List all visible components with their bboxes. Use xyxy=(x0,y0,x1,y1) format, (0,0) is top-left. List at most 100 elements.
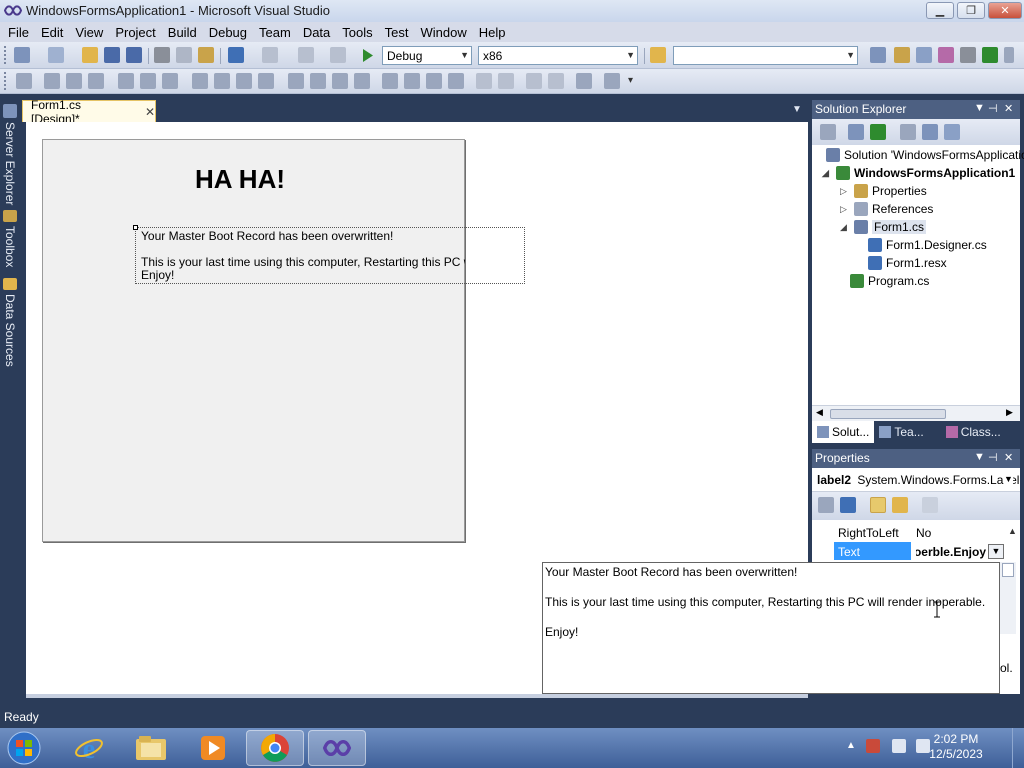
align-tops-icon[interactable] xyxy=(118,73,134,89)
window-position-icon[interactable]: ▼ xyxy=(974,451,985,463)
tab-class-view[interactable]: Class... xyxy=(941,421,1006,443)
undo-icon[interactable] xyxy=(228,47,244,63)
find-in-files-icon[interactable] xyxy=(650,47,666,63)
close-button[interactable]: ✕ xyxy=(988,2,1022,19)
start-page-icon[interactable] xyxy=(982,47,998,63)
label2[interactable]: Your Master Boot Record has been overwri… xyxy=(141,230,465,282)
vertical-spacing-icon[interactable] xyxy=(382,73,398,89)
properties-window-icon[interactable] xyxy=(894,47,910,63)
solution-explorer-icon[interactable] xyxy=(870,47,886,63)
dropdown-button-icon[interactable]: ▼ xyxy=(988,544,1004,559)
decrease-horizontal-spacing-icon[interactable] xyxy=(332,73,348,89)
make-same-width-icon[interactable] xyxy=(192,73,208,89)
send-to-back-icon[interactable] xyxy=(548,73,564,89)
taskbar-chrome[interactable] xyxy=(246,730,304,766)
make-same-height-icon[interactable] xyxy=(236,73,252,89)
close-tab-icon[interactable]: ✕ xyxy=(145,105,155,119)
auto-hide-pin-icon[interactable]: ⊣ xyxy=(988,102,998,115)
menu-tools[interactable]: Tools xyxy=(336,25,378,40)
view-code-icon[interactable] xyxy=(900,124,916,140)
tree-node-solution[interactable]: Solution 'WindowsFormsApplication1' xyxy=(822,146,1024,164)
start-debugging-icon[interactable] xyxy=(362,49,374,62)
tab-solution-explorer[interactable]: Solut... xyxy=(812,421,875,443)
tools-icon[interactable] xyxy=(960,47,976,63)
menu-test[interactable]: Test xyxy=(379,25,415,40)
lock-controls-icon[interactable] xyxy=(604,73,620,89)
server-explorer-tab[interactable]: Server Explorer xyxy=(2,104,18,205)
minimize-button[interactable]: ▁ xyxy=(926,2,954,19)
navigate-forward-icon[interactable] xyxy=(330,47,346,63)
align-to-grid-icon[interactable] xyxy=(16,73,32,89)
form1-design-canvas[interactable] xyxy=(42,139,465,542)
close-panel-icon[interactable]: ✕ xyxy=(1004,451,1013,464)
editor-vertical-scrollbar[interactable] xyxy=(1000,562,1016,634)
text-property-editor[interactable]: Your Master Boot Record has been overwri… xyxy=(542,562,1000,694)
bring-to-front-icon[interactable] xyxy=(526,73,542,89)
menu-debug[interactable]: Debug xyxy=(203,25,253,40)
toolbar-options-icon[interactable] xyxy=(1004,47,1014,63)
tree-node-properties[interactable]: ▷ Properties xyxy=(840,182,927,200)
menu-edit[interactable]: Edit xyxy=(35,25,69,40)
remove-horizontal-spacing-icon[interactable] xyxy=(354,73,370,89)
save-all-icon[interactable] xyxy=(126,47,142,63)
collapse-icon[interactable]: ◢ xyxy=(840,222,850,233)
tab-order-icon[interactable] xyxy=(576,73,592,89)
toolbox-icon[interactable] xyxy=(938,47,954,63)
tree-node-program[interactable]: Program.cs xyxy=(850,272,929,290)
data-sources-tab[interactable]: Data Sources xyxy=(2,278,18,367)
properties-view-icon[interactable] xyxy=(870,497,886,513)
object-browser-icon[interactable] xyxy=(916,47,932,63)
align-centers-icon[interactable] xyxy=(66,73,82,89)
start-button[interactable] xyxy=(4,729,44,767)
expand-icon[interactable]: ▷ xyxy=(840,186,850,197)
scroll-left-icon[interactable]: ◀ xyxy=(816,407,823,418)
align-middles-icon[interactable] xyxy=(140,73,156,89)
scroll-up-icon[interactable]: ▲ xyxy=(1008,526,1017,536)
network-icon[interactable] xyxy=(892,739,906,753)
find-combo[interactable]: ▼ xyxy=(673,46,858,65)
taskbar-internet-explorer[interactable]: e xyxy=(60,730,118,766)
view-class-diagram-icon[interactable] xyxy=(944,124,960,140)
show-hidden-icons-icon[interactable]: ▲ xyxy=(846,740,856,751)
property-row-righttoleft[interactable]: RightToLeft No xyxy=(834,523,1008,542)
menu-window[interactable]: Window xyxy=(414,25,472,40)
collapse-icon[interactable]: ◢ xyxy=(822,168,832,179)
categorized-icon[interactable] xyxy=(818,497,834,513)
center-horizontally-icon[interactable] xyxy=(476,73,492,89)
paste-icon[interactable] xyxy=(198,47,214,63)
toolbox-tab[interactable]: Toolbox xyxy=(2,210,18,267)
increase-horizontal-spacing-icon[interactable] xyxy=(310,73,326,89)
scroll-right-icon[interactable]: ▶ xyxy=(1006,407,1013,418)
property-row-text[interactable]: Text oerble.Enjoy! ▼ xyxy=(834,542,1008,561)
align-bottoms-icon[interactable] xyxy=(162,73,178,89)
property-pages-icon[interactable] xyxy=(922,497,938,513)
resize-handle[interactable] xyxy=(133,225,138,230)
active-files-dropdown-icon[interactable]: ▼ xyxy=(792,104,802,115)
menu-data[interactable]: Data xyxy=(297,25,336,40)
menu-view[interactable]: View xyxy=(69,25,109,40)
tree-node-project[interactable]: ◢ WindowsFormsApplication1 xyxy=(822,164,1015,182)
increase-vertical-spacing-icon[interactable] xyxy=(404,73,420,89)
maximize-button[interactable]: ❐ xyxy=(957,2,985,19)
add-item-icon[interactable] xyxy=(48,47,64,63)
toolbar-overflow-icon[interactable]: ▾ xyxy=(628,75,633,86)
size-to-grid-icon[interactable] xyxy=(214,73,230,89)
align-lefts-icon[interactable] xyxy=(44,73,60,89)
redo-icon[interactable] xyxy=(262,47,278,63)
scrollbar-thumb[interactable] xyxy=(1002,563,1014,577)
align-rights-icon[interactable] xyxy=(88,73,104,89)
toolbar-grip[interactable] xyxy=(4,46,7,64)
menu-help[interactable]: Help xyxy=(473,25,512,40)
view-designer-icon[interactable] xyxy=(922,124,938,140)
tab-form1-design[interactable]: Form1.cs [Design]* ✕ xyxy=(22,98,156,126)
decrease-vertical-spacing-icon[interactable] xyxy=(426,73,442,89)
taskbar-file-explorer[interactable] xyxy=(122,730,180,766)
label1[interactable]: HA HA! xyxy=(195,164,285,195)
toolbar-grip[interactable] xyxy=(4,72,7,90)
alphabetical-icon[interactable] xyxy=(840,497,856,513)
events-icon[interactable] xyxy=(892,497,908,513)
taskbar-visual-studio[interactable] xyxy=(308,730,366,766)
menu-build[interactable]: Build xyxy=(162,25,203,40)
save-icon[interactable] xyxy=(104,47,120,63)
system-clock[interactable]: 2:02 PM 12/5/2023 xyxy=(926,732,986,762)
